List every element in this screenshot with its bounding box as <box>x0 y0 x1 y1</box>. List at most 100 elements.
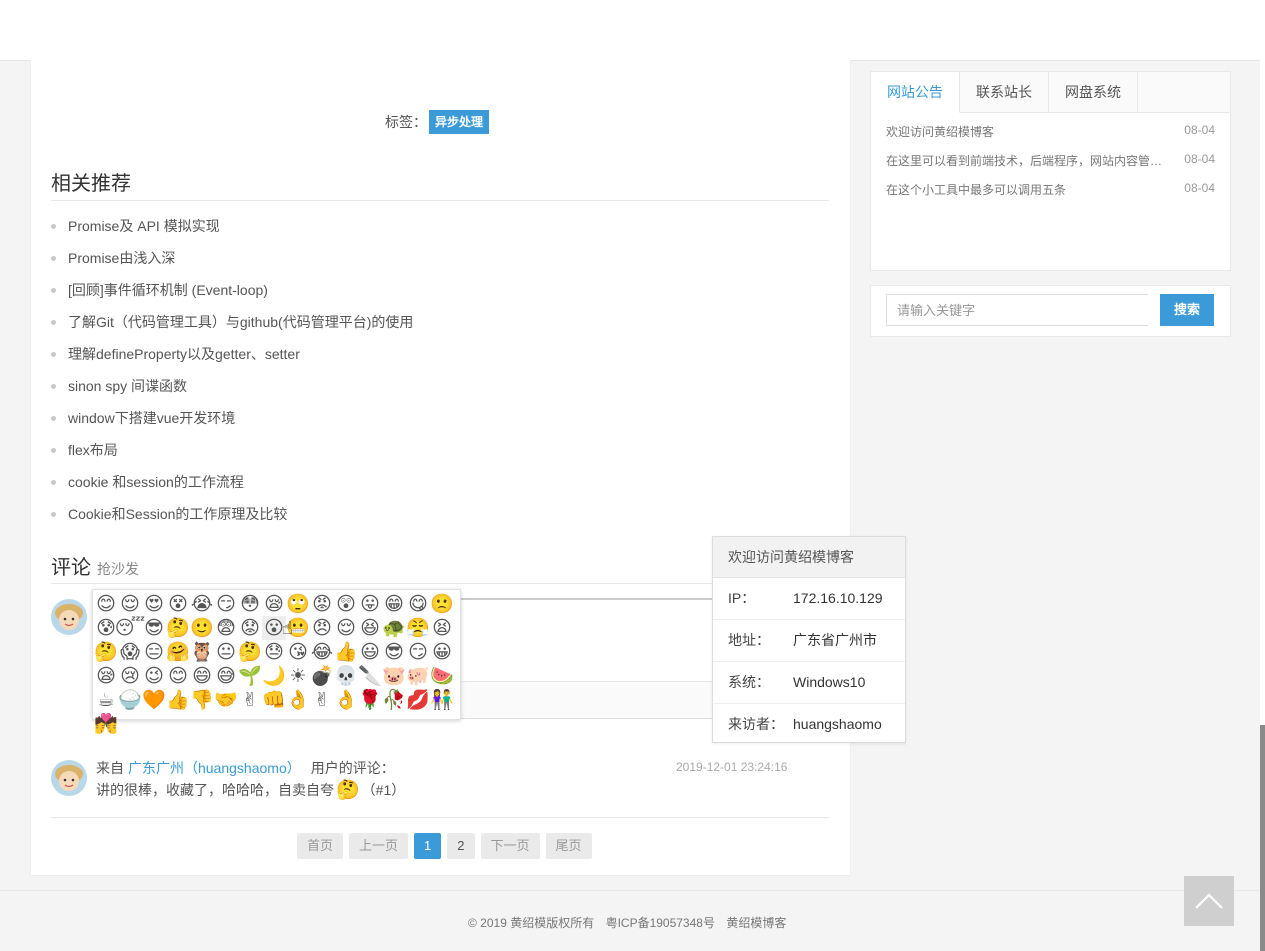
grin-emoji-icon[interactable]: 😁 <box>382 592 406 616</box>
pig-emoji-icon[interactable]: 🐖 <box>406 664 430 688</box>
smile-emoji-icon[interactable]: 🙂 <box>190 616 214 640</box>
sprout-emoji-icon[interactable]: 🌱 <box>238 664 262 688</box>
couple-emoji-icon[interactable]: 💏 <box>94 712 118 736</box>
relieved-emoji-icon[interactable]: 😌 <box>334 616 358 640</box>
footer-icp[interactable]: 粤ICP备19057348号 <box>606 916 715 930</box>
notice-item[interactable]: 欢迎访问黄绍模博客 08-04 <box>886 123 1215 152</box>
pout-emoji-icon[interactable]: 😤 <box>406 616 430 640</box>
sun-emoji-icon[interactable]: ☀ <box>286 664 310 688</box>
grin-emoji-icon[interactable]: 😃 <box>358 640 382 664</box>
wink-emoji-icon[interactable]: 😉 <box>142 664 166 688</box>
smirk-emoji-icon[interactable]: 😏 <box>214 592 238 616</box>
tongue-emoji-icon[interactable]: 😛 <box>358 592 382 616</box>
page-2-button[interactable]: 2 <box>447 833 475 859</box>
handshake-emoji-icon[interactable]: 🤝 <box>214 688 238 712</box>
related-item[interactable]: [回顾]事件循环机制 (Event-loop) <box>51 274 413 306</box>
scrollbar-thumb[interactable] <box>1260 725 1265 951</box>
smirk-emoji-icon[interactable]: 😋 <box>406 592 430 616</box>
emoji-picker[interactable]: 😊 😌 😍 😵 😭 😏 😳 😪 🙄 😡 😲 😛 😁 😋 🙁 😰 😴 😎 🤔 🙂 😨 😟 😮 😬 😠 😌 😆 🐢 😤 😫 🤔 😱 😑 🤗 🦉 😐 🤔 😓 😘 😂… <box>92 589 461 735</box>
confused-emoji-icon[interactable]: 😲 <box>334 592 358 616</box>
thinking-emoji-icon[interactable]: 🤔 <box>238 640 262 664</box>
turtle-emoji-icon[interactable]: 🐢 <box>382 616 406 640</box>
shy-emoji-icon[interactable]: 😊 <box>166 664 190 688</box>
related-item[interactable]: window下搭建vue开发环境 <box>51 402 413 434</box>
related-item[interactable]: 理解defineProperty以及getter、setter <box>51 338 413 370</box>
kiss-emoji-icon[interactable]: 😘 <box>286 640 310 664</box>
pig-face-emoji-icon[interactable]: 🐷 <box>382 664 406 688</box>
sweat-emoji-icon[interactable]: 😓 <box>262 640 286 664</box>
smile-emoji-icon[interactable]: 😑 <box>142 640 166 664</box>
notice-item[interactable]: 在这个小工具中最多可以调用五条 08-04 <box>886 181 1215 210</box>
rose-emoji-icon[interactable]: 🌹 <box>358 688 382 712</box>
wilted-rose-emoji-icon[interactable]: 🥀 <box>382 688 406 712</box>
knife-emoji-icon[interactable]: 🔪 <box>358 664 382 688</box>
fist-emoji-icon[interactable]: 👊 <box>262 688 286 712</box>
sad-emoji-icon[interactable]: 😢 <box>118 664 142 688</box>
comment-user-link[interactable]: 广东广州（huangshaomo） <box>128 760 301 776</box>
crying-emoji-icon[interactable]: 😭 <box>190 592 214 616</box>
back-to-top-button[interactable] <box>1184 876 1234 926</box>
smile-emoji-icon[interactable]: 😌 <box>118 592 142 616</box>
smirk-emoji-icon[interactable]: 😏 <box>406 640 430 664</box>
page-prev-button[interactable]: 上一页 <box>349 833 409 859</box>
laugh-emoji-icon[interactable]: 😂 <box>310 640 334 664</box>
dizzy-emoji-icon[interactable]: 😵 <box>166 592 190 616</box>
tired-emoji-icon[interactable]: 😫 <box>430 616 454 640</box>
ok-emoji-icon[interactable]: 👌 <box>286 688 310 712</box>
related-item[interactable]: cookie 和session的工作流程 <box>51 466 413 498</box>
sleep-emoji-icon[interactable]: 😪 <box>94 664 118 688</box>
bomb-emoji-icon[interactable]: 💣 <box>310 664 334 688</box>
thinking-emoji-icon[interactable]: 🤔 <box>94 640 118 664</box>
ok-hand-emoji-icon[interactable]: 👌 <box>334 688 358 712</box>
peace-emoji-icon[interactable]: ✌ <box>310 688 334 712</box>
related-item[interactable]: 了解Git（代码管理工具）与github(代码管理平台)的使用 <box>51 306 413 338</box>
page-1-button[interactable]: 1 <box>414 833 442 859</box>
sleepy-emoji-icon[interactable]: 🙄 <box>286 592 310 616</box>
related-item[interactable]: Promise及 API 模拟实现 <box>51 210 413 242</box>
owl-emoji-icon[interactable]: 🦉 <box>190 640 214 664</box>
sad-emoji-icon[interactable]: 🙁 <box>430 592 454 616</box>
related-item[interactable]: flex布局 <box>51 434 413 466</box>
laugh-emoji-icon[interactable]: 😅 <box>214 664 238 688</box>
thumbs-up-emoji-icon[interactable]: 👍 <box>166 688 190 712</box>
footer-site[interactable]: 黄绍模博客 <box>726 916 786 930</box>
skull-emoji-icon[interactable]: 💀 <box>334 664 358 688</box>
scared-emoji-icon[interactable]: 😨 <box>214 616 238 640</box>
couple-emoji-icon[interactable]: 👫 <box>430 688 454 712</box>
sleepy-emoji-icon[interactable]: 😪 <box>262 592 286 616</box>
hug-emoji-icon[interactable]: 🤗 <box>166 640 190 664</box>
sad-emoji-icon[interactable]: 😟 <box>238 616 262 640</box>
moon-emoji-icon[interactable]: 🌙 <box>262 664 286 688</box>
thumbs-emoji-icon[interactable]: 👍 <box>334 640 358 664</box>
page-last-button[interactable]: 尾页 <box>545 833 592 859</box>
shock-emoji-icon[interactable]: 😱 <box>118 640 142 664</box>
cool-emoji-icon[interactable]: 😎 <box>382 640 406 664</box>
page-first-button[interactable]: 首页 <box>297 833 344 859</box>
coffee-emoji-icon[interactable]: ☕ <box>94 688 118 712</box>
lazy-emoji-icon[interactable]: 😴 <box>115 616 145 640</box>
related-item[interactable]: sinon spy 间谍函数 <box>51 370 413 402</box>
grin-emoji-icon[interactable]: 😄 <box>190 664 214 688</box>
thinking-emoji-icon[interactable]: 🤔 <box>166 616 190 640</box>
grin-emoji-icon[interactable]: 😀 <box>430 640 454 664</box>
neutral-emoji-icon[interactable]: 😐 <box>214 640 238 664</box>
grin-emoji-icon[interactable]: 😆 <box>358 616 382 640</box>
tab-announcements[interactable]: 网站公告 <box>871 72 960 113</box>
vertical-scrollbar[interactable] <box>1260 0 1265 951</box>
tag-async[interactable]: 异步处理 <box>429 110 490 134</box>
heart-emoji-icon[interactable]: 🧡 <box>142 688 166 712</box>
thumbs-down-emoji-icon[interactable]: 👎 <box>190 688 214 712</box>
heart-eyes-emoji-icon[interactable]: 😍 <box>142 592 166 616</box>
lips-emoji-icon[interactable]: 💋 <box>406 688 430 712</box>
victory-emoji-icon[interactable]: ✌ <box>238 688 262 712</box>
watermelon-emoji-icon[interactable]: 🍉 <box>430 664 454 688</box>
page-next-button[interactable]: 下一页 <box>480 833 540 859</box>
search-button[interactable]: 搜索 <box>1160 294 1214 326</box>
search-input[interactable] <box>886 294 1148 326</box>
related-item[interactable]: Promise由浅入深 <box>51 242 413 274</box>
shy-emoji-icon[interactable]: 😳 <box>238 592 262 616</box>
tab-contact[interactable]: 联系站长 <box>960 72 1049 112</box>
cool-emoji-icon[interactable]: 😎 <box>142 616 166 640</box>
rice-emoji-icon[interactable]: 🍚 <box>118 688 142 712</box>
related-item[interactable]: Cookie和Session的工作原理及比较 <box>51 498 413 530</box>
